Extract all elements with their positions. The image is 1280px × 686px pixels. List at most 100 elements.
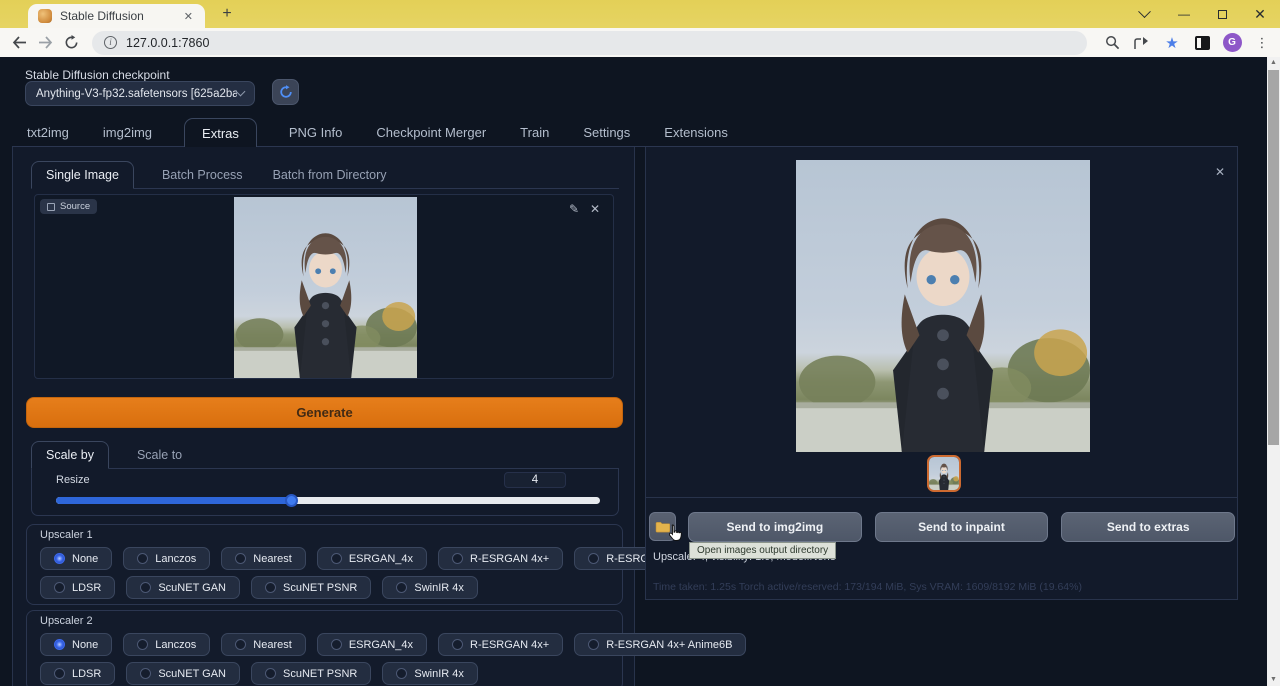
checkpoint-dropdown[interactable]: Anything-V3-fp32.safetensors [625a2ba2] [25, 81, 255, 106]
scrollbar-thumb[interactable] [1268, 70, 1279, 445]
source-image-dropzone[interactable]: Source ✎ ✕ [34, 194, 614, 379]
side-panel-icon[interactable] [1190, 31, 1214, 55]
upscaler2-option-scunet-psnr[interactable]: ScuNET PSNR [251, 662, 371, 685]
source-badge: Source [40, 199, 97, 214]
tab-extensions[interactable]: Extensions [662, 118, 730, 147]
radio-icon [140, 582, 151, 593]
radio-icon [54, 639, 65, 650]
upscaler1-option-swinir-4x[interactable]: SwinIR 4x [382, 576, 478, 599]
zoom-icon[interactable] [1100, 31, 1124, 55]
reload-button[interactable] [58, 31, 84, 55]
upscaler2-option-none[interactable]: None [40, 633, 112, 656]
window-minimize-button[interactable]: — [1168, 0, 1200, 28]
browser-toolbar: i 127.0.0.1:7860 ★ G ⋮ [0, 28, 1280, 57]
radio-icon [331, 553, 342, 564]
clear-image-icon[interactable]: ✕ [590, 202, 600, 216]
generate-button[interactable]: Generate [26, 397, 623, 428]
send-to-extras-button[interactable]: Send to extras [1061, 512, 1235, 542]
upscaler1-option-scunet-psnr[interactable]: ScuNET PSNR [251, 576, 371, 599]
upscaler2-option-esrgan_4x[interactable]: ESRGAN_4x [317, 633, 427, 656]
radio-label: ScuNET GAN [158, 668, 226, 680]
upscaler2-option-r-esrgan-4x-anime6b[interactable]: R-ESRGAN 4x+ Anime6B [574, 633, 746, 656]
profile-avatar[interactable]: G [1220, 31, 1244, 55]
resize-slider[interactable] [56, 493, 604, 507]
tab-png-info[interactable]: PNG Info [287, 118, 344, 147]
url-bar[interactable]: i 127.0.0.1:7860 [92, 31, 1087, 55]
radio-label: R-ESRGAN 4x+ [470, 639, 549, 651]
slider-handle[interactable] [285, 494, 298, 507]
site-info-icon[interactable]: i [104, 36, 117, 49]
upscaler2-option-swinir-4x[interactable]: SwinIR 4x [382, 662, 478, 685]
tab-single-image[interactable]: Single Image [31, 161, 134, 189]
upscaler1-option-scunet-gan[interactable]: ScuNET GAN [126, 576, 240, 599]
forward-button[interactable] [32, 31, 58, 55]
upscaler1-option-lanczos[interactable]: Lanczos [123, 547, 210, 570]
stable-diffusion-webui: Stable Diffusion checkpoint Anything-V3-… [0, 57, 1280, 686]
send-buttons: Send to img2img Send to inpaint Send to ex… [688, 512, 1235, 542]
result-image[interactable] [796, 160, 1090, 452]
upscaler1-option-ldsr[interactable]: LDSR [40, 576, 115, 599]
tab-scale-by[interactable]: Scale by [31, 441, 109, 469]
upscaler-1-row-1: NoneLanczosNearestESRGAN_4xR-ESRGAN 4x+R… [40, 547, 609, 570]
radio-icon [235, 639, 246, 650]
send-to-img2img-button[interactable]: Send to img2img [688, 512, 862, 542]
radio-label: ScuNET PSNR [283, 668, 357, 680]
upscaler1-option-r-esrgan-4x-[interactable]: R-ESRGAN 4x+ [438, 547, 563, 570]
upscaler1-option-none[interactable]: None [40, 547, 112, 570]
browser-tab[interactable]: Stable Diffusion ✕ [28, 4, 205, 28]
scroll-down-icon[interactable]: ▼ [1267, 674, 1280, 686]
close-result-icon[interactable]: ✕ [1215, 165, 1225, 179]
send-to-inpaint-button[interactable]: Send to inpaint [875, 512, 1049, 542]
new-tab-button[interactable]: + [216, 3, 238, 25]
tab-img2img[interactable]: img2img [101, 118, 154, 147]
radio-label: None [72, 639, 98, 651]
edit-image-icon[interactable]: ✎ [569, 202, 579, 216]
radio-icon [54, 582, 65, 593]
upscaler2-option-ldsr[interactable]: LDSR [40, 662, 115, 685]
radio-label: Nearest [253, 639, 292, 651]
url-text: 127.0.0.1:7860 [126, 36, 209, 50]
share-icon[interactable] [1130, 31, 1154, 55]
window-menu-chevron-icon[interactable] [1128, 0, 1160, 28]
tab-train[interactable]: Train [518, 118, 551, 147]
upscaler-2-label: Upscaler 2 [40, 615, 609, 627]
tab-extras[interactable]: Extras [184, 118, 257, 147]
window-close-button[interactable]: ✕ [1244, 0, 1276, 28]
back-button[interactable] [6, 31, 32, 55]
image-source-tabs: Single Image Batch Process Batch from Dire… [31, 161, 619, 189]
radio-icon [140, 668, 151, 679]
page-scrollbar[interactable]: ▲ ▼ [1267, 57, 1280, 686]
radio-icon [137, 639, 148, 650]
tab-txt2img[interactable]: txt2img [25, 118, 71, 147]
upscaler2-option-nearest[interactable]: Nearest [221, 633, 306, 656]
resize-value-input[interactable]: 4 [504, 472, 566, 488]
upscaler1-option-esrgan_4x[interactable]: ESRGAN_4x [317, 547, 427, 570]
upscaler2-option-lanczos[interactable]: Lanczos [123, 633, 210, 656]
tab-checkpoint-merger[interactable]: Checkpoint Merger [374, 118, 488, 147]
extras-left-panel: Single Image Batch Process Batch from Dire… [12, 147, 635, 686]
radio-label: Nearest [253, 553, 292, 565]
radio-icon [235, 553, 246, 564]
tab-settings[interactable]: Settings [581, 118, 632, 147]
tab-batch-process[interactable]: Batch Process [160, 161, 245, 188]
window-restore-button[interactable] [1206, 0, 1238, 28]
browser-tabstrip: Stable Diffusion ✕ + — ✕ [0, 0, 1280, 28]
gallery-thumbnail[interactable] [927, 455, 961, 492]
refresh-icon [279, 85, 293, 99]
upscaler2-option-r-esrgan-4x-[interactable]: R-ESRGAN 4x+ [438, 633, 563, 656]
radio-icon [588, 553, 599, 564]
checkpoint-label: Stable Diffusion checkpoint [25, 68, 170, 82]
tab-batch-from-directory[interactable]: Batch from Directory [271, 161, 389, 188]
radio-label: ScuNET GAN [158, 582, 226, 594]
refresh-checkpoint-button[interactable] [272, 79, 299, 105]
browser-menu-icon[interactable]: ⋮ [1250, 31, 1274, 55]
upscaler2-option-scunet-gan[interactable]: ScuNET GAN [126, 662, 240, 685]
scroll-up-icon[interactable]: ▲ [1267, 57, 1280, 69]
source-image[interactable] [234, 197, 417, 378]
radio-icon [588, 639, 599, 650]
tab-scale-to[interactable]: Scale to [135, 441, 184, 468]
tab-close-icon[interactable]: ✕ [180, 8, 197, 25]
bookmark-star-icon[interactable]: ★ [1160, 31, 1184, 55]
upscaler1-option-nearest[interactable]: Nearest [221, 547, 306, 570]
mouse-cursor [668, 524, 683, 549]
